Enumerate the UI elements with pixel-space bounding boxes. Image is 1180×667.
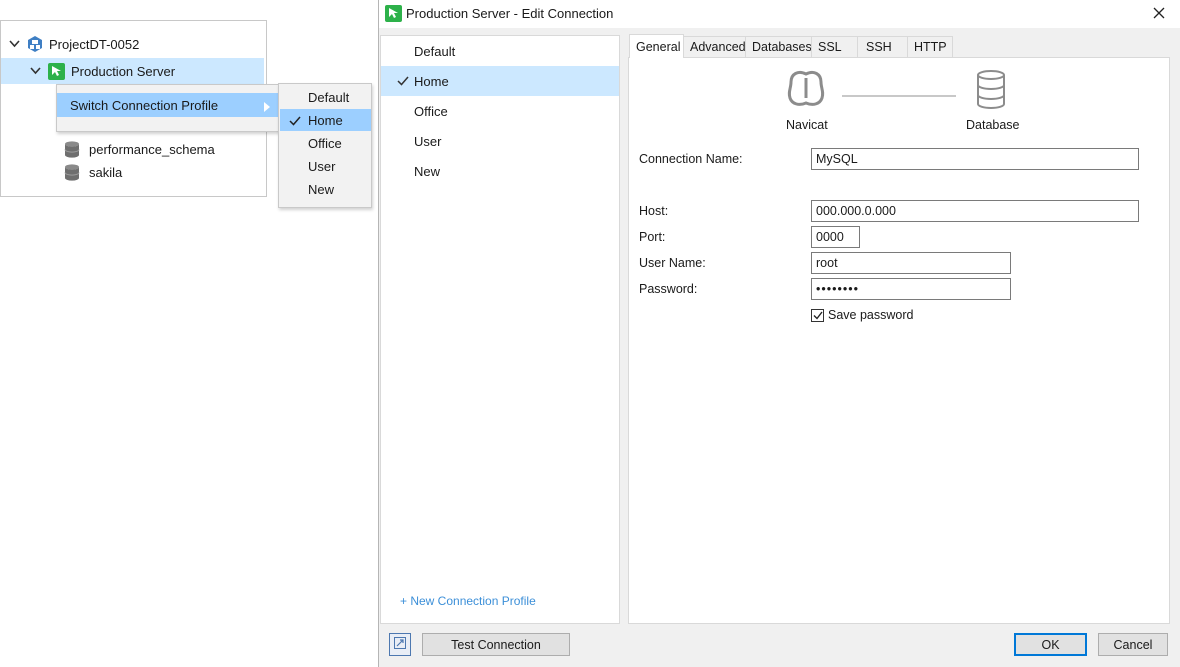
submenu-arrow-icon	[264, 100, 270, 115]
edit-connection-dialog: Production Server - Edit Connection Defa…	[378, 0, 1180, 667]
switch-profile-menu-item[interactable]: Switch Connection Profile	[57, 93, 279, 117]
profile-label: Home	[414, 73, 449, 89]
profile-list: Default Home Office User New	[380, 35, 620, 624]
ok-button[interactable]: OK	[1014, 633, 1087, 656]
connection-name-label: Connection Name:	[639, 152, 743, 166]
host-label: Host:	[639, 204, 669, 218]
dialog-title: Production Server - Edit Connection	[406, 6, 614, 21]
check-icon	[289, 114, 301, 129]
submenu-item-office[interactable]: Office	[280, 132, 371, 154]
cancel-button[interactable]: Cancel	[1098, 633, 1168, 656]
diagram-label-database: Database	[966, 118, 1020, 132]
tab-label: SSL	[818, 40, 842, 54]
chevron-down-icon[interactable]	[8, 38, 20, 50]
database-icon	[64, 141, 80, 158]
check-icon	[397, 74, 409, 89]
database-icon	[64, 164, 80, 181]
profile-item-home[interactable]: Home	[381, 66, 619, 96]
profile-submenu: Default Home Office User New	[278, 83, 372, 208]
password-field[interactable]: ••••••••	[811, 278, 1011, 300]
submenu-item-default[interactable]: Default	[280, 86, 371, 108]
context-menu: Switch Connection Profile	[56, 84, 280, 132]
diagram-label-navicat: Navicat	[786, 118, 828, 132]
submenu-item-label: User	[308, 158, 336, 174]
database-icon	[976, 70, 1006, 113]
profile-label: Default	[414, 43, 456, 59]
profile-label: Office	[414, 103, 448, 119]
tree-item-database[interactable]: sakila	[1, 159, 264, 185]
save-password-checkbox[interactable]: Save password	[811, 308, 913, 322]
tab-http[interactable]: HTTP	[907, 36, 953, 57]
tree-item-connection[interactable]: Production Server	[1, 58, 264, 84]
submenu-item-label: Office	[308, 135, 342, 151]
checkbox-checked-icon	[811, 308, 824, 322]
submenu-item-label: New	[308, 181, 335, 197]
tab-general[interactable]: General	[629, 34, 684, 58]
connection-name-field[interactable]: MySQL	[811, 148, 1139, 170]
tab-label: SSH	[866, 40, 892, 54]
tab-label: HTTP	[914, 40, 947, 54]
profile-item-user[interactable]: User	[381, 126, 619, 156]
project-name: ProjectDT-0052	[49, 36, 140, 52]
tab-label: Databases	[752, 40, 812, 54]
connection-icon	[48, 62, 65, 80]
database-name: sakila	[89, 164, 123, 180]
submenu-item-home[interactable]: Home	[280, 109, 371, 131]
tab-ssl[interactable]: SSL	[811, 36, 858, 57]
profile-label: User	[414, 133, 442, 149]
database-name: performance_schema	[89, 141, 215, 157]
close-icon	[1153, 7, 1165, 22]
profile-item-office[interactable]: Office	[381, 96, 619, 126]
submenu-item-label: Default	[308, 89, 350, 105]
tab-label: Advanced	[690, 40, 746, 54]
submenu-item-new[interactable]: New	[280, 178, 371, 200]
tab-ssh[interactable]: SSH	[857, 36, 908, 57]
host-field[interactable]: 000.000.0.000	[811, 200, 1139, 222]
username-field[interactable]: root	[811, 252, 1011, 274]
tab-panel-general	[628, 57, 1170, 624]
submenu-item-label: Home	[308, 112, 343, 128]
menu-item-label: Switch Connection Profile	[70, 97, 219, 113]
save-password-label: Save password	[828, 308, 914, 322]
tab-databases[interactable]: Databases	[745, 36, 812, 57]
navicat-logo-icon	[785, 68, 827, 113]
connection-line	[842, 95, 956, 97]
new-connection-profile-link[interactable]: + New Connection Profile	[400, 594, 536, 608]
connection-name: Production Server	[71, 63, 176, 79]
port-label: Port:	[639, 230, 666, 244]
profile-label: New	[414, 163, 441, 179]
connection-icon	[385, 5, 402, 25]
chevron-down-icon[interactable]	[29, 65, 41, 77]
submenu-item-user[interactable]: User	[280, 155, 371, 177]
title-bar: Production Server - Edit Connection	[379, 0, 1180, 28]
project-icon	[26, 35, 44, 53]
close-button[interactable]	[1149, 4, 1169, 24]
profile-item-default[interactable]: Default	[381, 36, 619, 66]
password-label: Password:	[639, 282, 698, 296]
username-label: User Name:	[639, 256, 706, 270]
shortcut-button[interactable]	[389, 633, 411, 656]
port-field[interactable]: 0000	[811, 226, 860, 248]
tree-item-project[interactable]: ProjectDT-0052	[1, 31, 264, 57]
edit-link-icon	[393, 636, 407, 653]
tab-label: General	[636, 39, 681, 54]
tab-advanced[interactable]: Advanced	[683, 36, 746, 57]
profile-item-new[interactable]: New	[381, 156, 619, 186]
test-connection-button[interactable]: Test Connection	[422, 633, 570, 656]
